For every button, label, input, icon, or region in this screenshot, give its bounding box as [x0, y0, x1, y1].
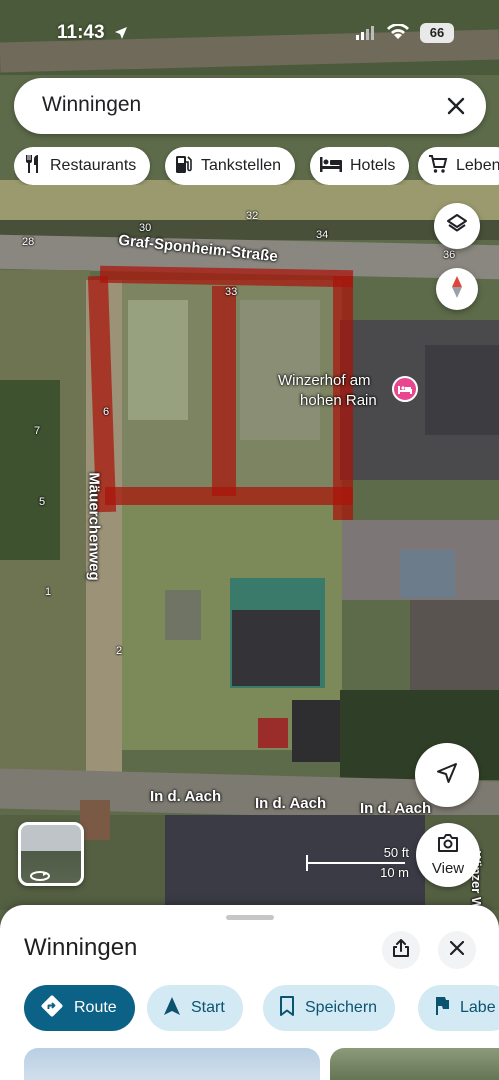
gas-station-icon	[175, 154, 201, 179]
drag-handle[interactable]	[226, 915, 274, 920]
my-location-button[interactable]	[415, 743, 479, 807]
search-query[interactable]: Winningen	[42, 93, 141, 117]
close-sheet-button[interactable]	[438, 931, 476, 969]
start-button[interactable]: Start	[147, 985, 243, 1031]
route-button[interactable]: Route	[24, 985, 135, 1031]
poi-winzerhof[interactable]: Winzerhof am hohen Rain	[278, 372, 418, 412]
camera-icon	[437, 833, 459, 858]
search-bar[interactable]: Winningen	[14, 78, 486, 134]
start-label: Start	[191, 999, 225, 1016]
street-label-in-der-aach-2: In d. Aach	[255, 795, 327, 812]
street-label-in-der-aach-1: In d. Aach	[150, 788, 222, 805]
chip-label: Tankstellen	[201, 157, 282, 174]
chip-label: Restaurants	[50, 157, 137, 174]
house-number: 28	[22, 236, 35, 248]
bed-icon	[320, 156, 350, 177]
fork-knife-icon	[24, 154, 50, 179]
save-label: Speichern	[305, 999, 378, 1016]
house-number: 5	[39, 496, 46, 508]
cart-icon	[428, 154, 456, 179]
clock: 11:43	[57, 22, 105, 43]
place-bottom-sheet[interactable]: Winningen Route Start Speichern Labe	[0, 905, 499, 1080]
house-number: 32	[246, 210, 259, 222]
close-icon[interactable]	[440, 90, 472, 122]
layers-icon	[446, 213, 468, 240]
label-label: Labe	[460, 999, 496, 1016]
hotel-pin-icon	[392, 376, 418, 402]
directions-icon	[40, 994, 74, 1023]
map-scale: 50 ft 10 m	[305, 845, 409, 881]
street-label-mauerchenweg: Mäuerchenweg	[85, 472, 103, 581]
photo-thumbnail[interactable]	[24, 1048, 320, 1080]
scale-bar	[306, 855, 405, 871]
maps-screen: Graf-Sponheim-Straße Mäuerchenweg In d. …	[0, 0, 499, 1080]
share-icon	[392, 938, 410, 963]
view-label: View	[431, 860, 465, 877]
property-outline-bottom	[105, 487, 353, 505]
label-button[interactable]: Labe	[418, 985, 499, 1031]
chip-label: Hotels	[350, 157, 396, 174]
battery-indicator: 66	[420, 23, 454, 43]
save-button[interactable]: Speichern	[263, 985, 396, 1031]
house-number: 34	[316, 229, 329, 241]
poi-label-line2: hohen Rain	[300, 392, 377, 409]
rotate-360-icon	[29, 869, 51, 883]
wifi-icon	[387, 23, 409, 45]
house-number: 2	[116, 645, 123, 657]
street-view-button[interactable]: View	[416, 823, 480, 887]
chip-tankstellen[interactable]: Tankstellen	[165, 147, 296, 185]
street-label-in-der-aach-3: In d. Aach	[360, 800, 432, 817]
bookmark-icon	[279, 995, 305, 1021]
property-outline-middle	[212, 286, 236, 496]
route-label: Route	[74, 999, 117, 1016]
photo-strip	[0, 1048, 499, 1080]
house-number: 33	[225, 286, 238, 298]
street-view-thumbnail[interactable]	[18, 822, 84, 886]
photo-thumbnail[interactable]	[330, 1048, 499, 1080]
signal-icon	[356, 26, 376, 45]
house-number: 30	[139, 222, 152, 234]
poi-label-line1: Winzerhof am	[278, 372, 371, 389]
place-title: Winningen	[24, 934, 138, 961]
house-number: 36	[443, 249, 456, 261]
status-bar: 11:43 66	[0, 0, 499, 64]
chip-lebensmittel[interactable]: Leben	[418, 147, 499, 185]
house-number: 1	[45, 586, 52, 598]
category-chips: Restaurants Tankstellen Hotels Leben	[14, 147, 499, 185]
house-number: 6	[103, 406, 110, 418]
flag-icon	[434, 996, 460, 1021]
house-number: 7	[34, 425, 41, 437]
location-arrow-icon	[114, 26, 128, 45]
compass-icon	[447, 275, 467, 304]
share-button[interactable]	[382, 931, 420, 969]
compass-button[interactable]	[436, 268, 478, 310]
chip-restaurants[interactable]: Restaurants	[14, 147, 151, 185]
layers-button[interactable]	[434, 203, 480, 249]
navigation-arrow-icon	[163, 996, 191, 1021]
close-icon	[449, 940, 465, 960]
chip-hotels[interactable]: Hotels	[310, 147, 410, 185]
navigation-arrow-icon	[436, 762, 458, 789]
action-chips: Route Start Speichern Labe	[0, 985, 499, 1031]
chip-label: Leben	[456, 157, 499, 174]
